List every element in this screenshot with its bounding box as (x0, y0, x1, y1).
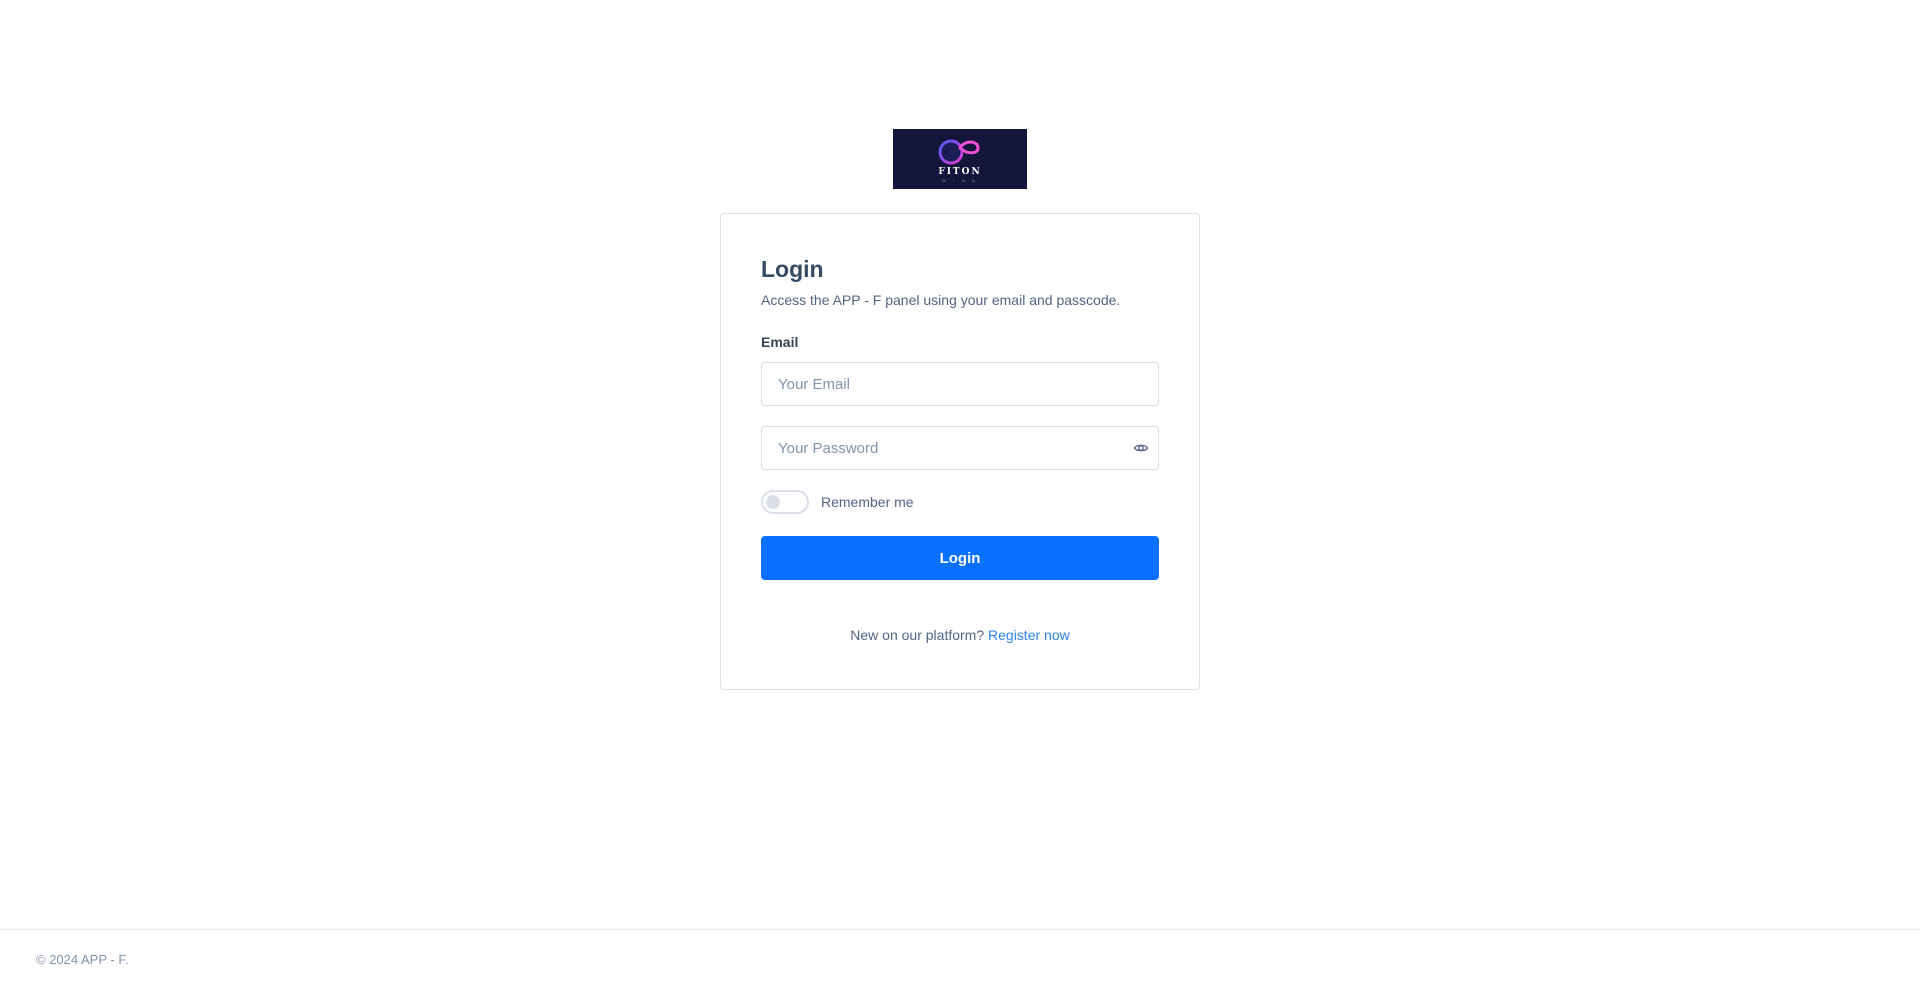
logo-tagline: W·I·N·D (942, 177, 978, 183)
remember-me-label[interactable]: Remember me (821, 494, 914, 510)
logo-wordmark: FITON (938, 166, 982, 177)
email-field-wrapper (761, 362, 1159, 406)
page-footer: © 2024 APP - F. (0, 929, 1920, 993)
page-title: Login (761, 256, 824, 282)
toggle-knob (766, 495, 780, 509)
login-page: FITON W·I·N·D Login Access the APP - F p… (0, 0, 1920, 993)
register-link[interactable]: Register now (988, 627, 1070, 643)
eye-icon[interactable] (1133, 440, 1149, 456)
email-label: Email (761, 334, 799, 350)
copyright-text: © 2024 APP - F. (36, 952, 129, 967)
password-field[interactable] (761, 426, 1159, 470)
password-field-wrapper (761, 426, 1159, 470)
infinity-logo-icon (938, 139, 980, 164)
page-subtitle: Access the APP - F panel using your emai… (761, 292, 1121, 308)
register-prompt: New on our platform? Register now (761, 627, 1159, 643)
email-field[interactable] (761, 362, 1159, 406)
login-card: Login Access the APP - F panel using you… (720, 213, 1200, 690)
register-prompt-text: New on our platform? (850, 627, 989, 643)
remember-me-row: Remember me (761, 490, 1159, 514)
brand-logo[interactable]: FITON W·I·N·D (893, 129, 1027, 189)
login-button[interactable]: Login (761, 536, 1159, 580)
remember-me-toggle[interactable] (761, 490, 809, 514)
